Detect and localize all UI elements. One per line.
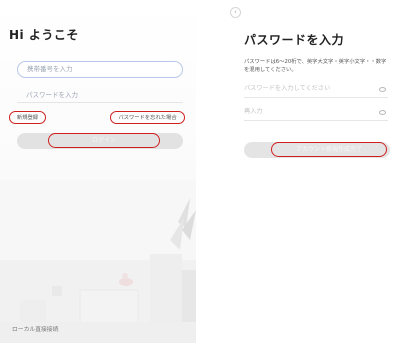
- set-password-screen: ‹ パスワードを入力 パスワードは6〜20桁で、英字大文字・英字小文字・・数字を…: [222, 0, 393, 343]
- forgot-password-link[interactable]: パスワードを忘れた場合: [110, 111, 185, 124]
- phone-input[interactable]: 携帯番号を入力: [17, 61, 183, 78]
- login-button[interactable]: ログイン: [48, 133, 160, 148]
- chevron-left-icon[interactable]: ‹: [230, 7, 241, 18]
- eye-icon[interactable]: [379, 87, 386, 92]
- register-link[interactable]: 新規登録: [9, 111, 46, 124]
- decorative-background-illustration: [0, 180, 196, 343]
- password-rule-hint: パスワードは6〜20桁で、英字大文字・英字小文字・・数字を混用してください。: [244, 59, 387, 73]
- login-screen: Hi ようこそ 携帯番号を入力 パスワードを入力 新規登録 パスワードを忘れた場…: [0, 0, 196, 343]
- local-connect-link[interactable]: ローカル直接接続: [12, 324, 58, 333]
- new-password-placeholder: パスワードを入力してください: [244, 85, 331, 92]
- password-input[interactable]: パスワードを入力: [17, 88, 183, 103]
- page-title: パスワードを入力: [244, 33, 345, 47]
- create-account-button[interactable]: アカウント新規作成完了: [271, 142, 387, 157]
- page-title: Hi ようこそ: [9, 28, 79, 42]
- new-password-input[interactable]: パスワードを入力してください: [244, 83, 388, 98]
- eye-icon[interactable]: [379, 110, 386, 115]
- reenter-password-input[interactable]: 再入力: [244, 106, 388, 121]
- reenter-password-placeholder: 再入力: [244, 108, 263, 115]
